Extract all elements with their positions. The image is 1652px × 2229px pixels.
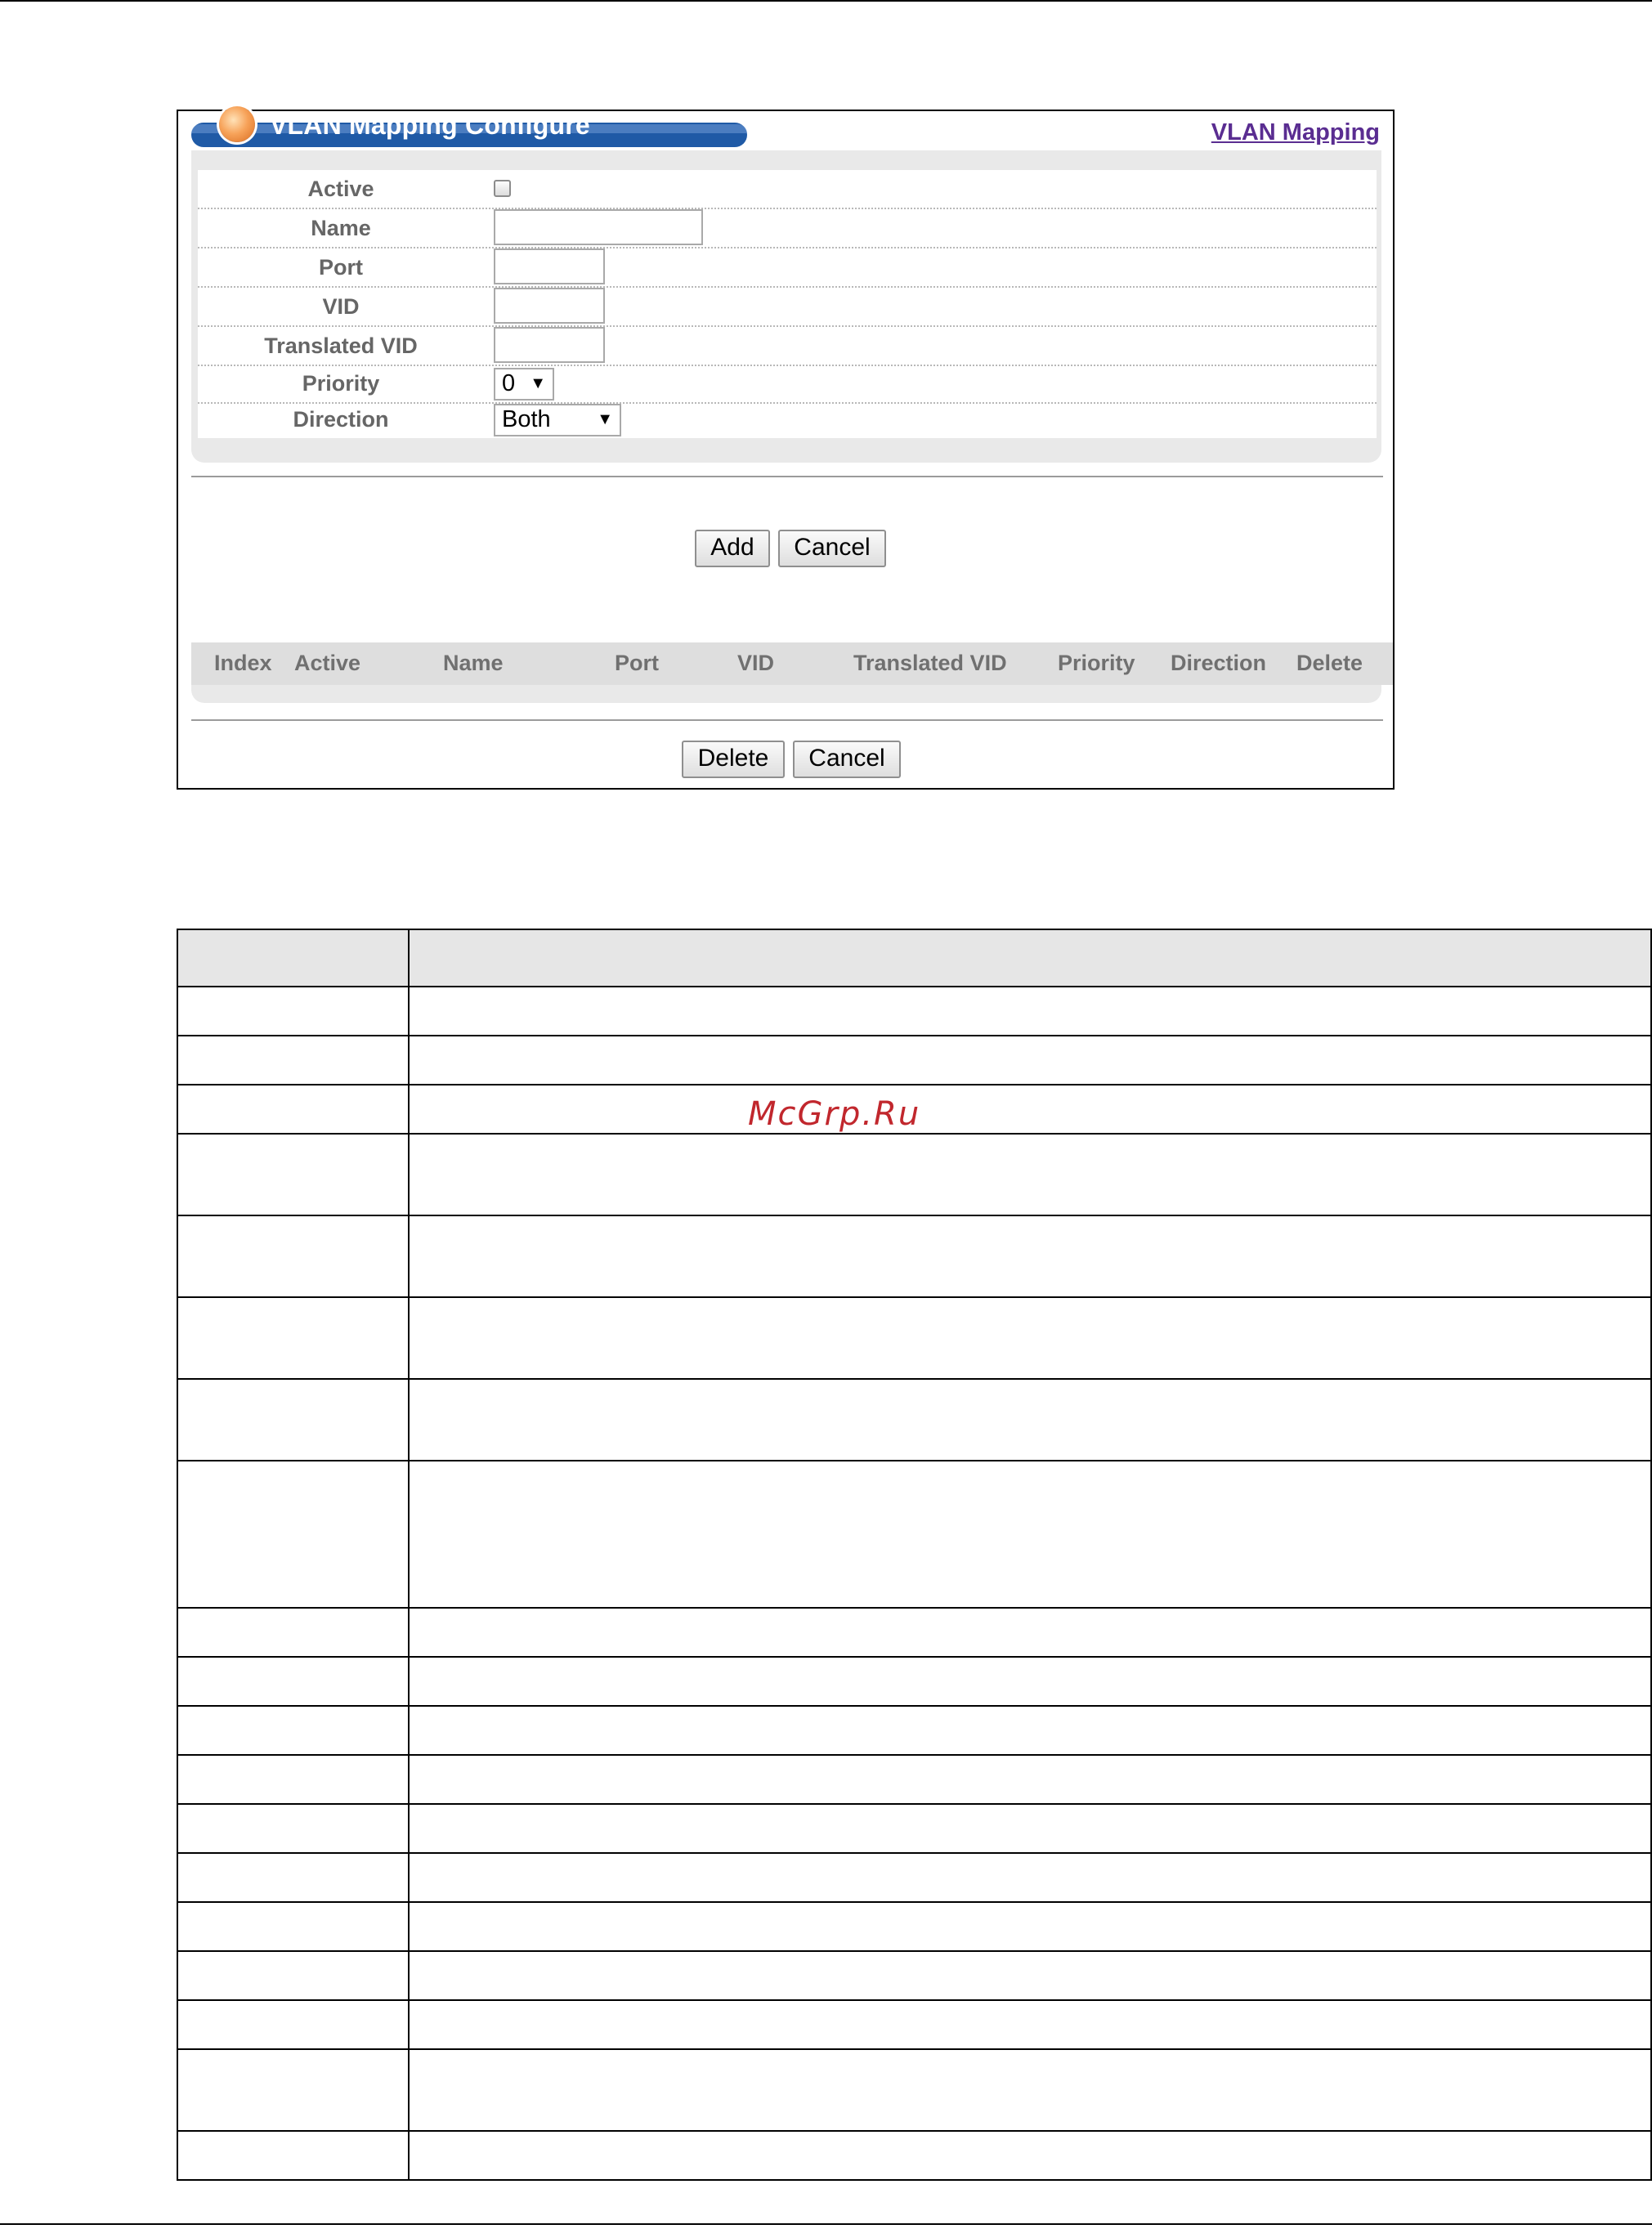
add-button[interactable]: Add: [695, 530, 770, 567]
form-row-port: Port: [198, 248, 1377, 288]
form-row-active: Active: [198, 170, 1377, 209]
table-row: [177, 1296, 1652, 1380]
table-row: [177, 2048, 1652, 2132]
form-row-direction: Direction Both ▼: [198, 404, 1377, 440]
table-row: [177, 986, 1652, 1036]
table-row: [177, 1999, 1652, 2050]
direction-select[interactable]: Both ▼: [494, 404, 621, 436]
priority-select[interactable]: 0 ▼: [494, 368, 554, 401]
header-index: Index: [214, 651, 272, 675]
translated-vid-input[interactable]: [494, 327, 605, 363]
table-row: [177, 1656, 1652, 1707]
screenshot-frame: VLAN Mapping Configure VLAN Mapping Acti…: [177, 106, 1395, 790]
table-row: [177, 1803, 1652, 1854]
table-row: [177, 1950, 1652, 2001]
delete-button[interactable]: Delete: [682, 741, 785, 778]
table-row: [177, 1754, 1652, 1805]
header-active: Active: [294, 651, 361, 675]
priority-label: Priority: [302, 371, 380, 396]
table-row: [177, 1133, 1652, 1216]
vid-input[interactable]: [494, 288, 605, 324]
table-row: [177, 1378, 1652, 1461]
direction-label: Direction: [293, 407, 389, 432]
dropdown-arrow-icon: ▼: [530, 374, 546, 392]
header-delete: Delete: [1296, 651, 1363, 675]
table-row: [177, 1215, 1652, 1298]
form-row-vid: VID: [198, 288, 1377, 327]
top-rule: [0, 0, 1652, 2]
header-port: Port: [615, 651, 659, 675]
table-row: [177, 1852, 1652, 1903]
active-label: Active: [307, 177, 374, 201]
table-row: [177, 1705, 1652, 1756]
name-input[interactable]: [494, 209, 703, 245]
table-row: [177, 2130, 1652, 2181]
list-header-row: Index Active Name Port VID Translated VI…: [191, 642, 1393, 685]
bottom-rule: [0, 2223, 1652, 2225]
header-translated-vid: Translated VID: [853, 651, 1007, 675]
config-form-panel: Active Name Port VID Translated VID Prio: [191, 150, 1381, 463]
vlan-mapping-link[interactable]: VLAN Mapping: [1211, 119, 1380, 146]
vid-label: VID: [322, 294, 360, 319]
table-header-row: [177, 929, 1652, 987]
active-checkbox[interactable]: [494, 180, 511, 197]
translated-vid-label: Translated VID: [264, 333, 418, 358]
form-row-name: Name: [198, 209, 1377, 248]
form-separator: [191, 476, 1383, 477]
list-separator: [191, 719, 1383, 721]
panel-title: VLAN Mapping Configure: [270, 110, 590, 140]
form-row-translated-vid: Translated VID: [198, 327, 1377, 366]
header-name: Name: [443, 651, 504, 675]
header-vid: VID: [737, 651, 775, 675]
table-row: [177, 1901, 1652, 1952]
cancel-delete-button[interactable]: Cancel: [793, 741, 901, 778]
name-label: Name: [311, 216, 371, 240]
mapping-list-panel: Index Active Name Port VID Translated VI…: [191, 642, 1393, 703]
form-row-priority: Priority 0 ▼: [198, 366, 1377, 404]
port-input[interactable]: [494, 248, 605, 284]
header-priority: Priority: [1058, 651, 1135, 675]
orb-icon: [219, 106, 255, 142]
dropdown-arrow-icon: ▼: [597, 410, 613, 428]
cancel-button[interactable]: Cancel: [778, 530, 886, 567]
table-row: [177, 1460, 1652, 1609]
header-direction: Direction: [1171, 651, 1267, 675]
table-row: [177, 1607, 1652, 1658]
port-label: Port: [319, 255, 363, 280]
watermark-text: McGrp.Ru: [748, 1095, 921, 1133]
table-row: [177, 1035, 1652, 1085]
